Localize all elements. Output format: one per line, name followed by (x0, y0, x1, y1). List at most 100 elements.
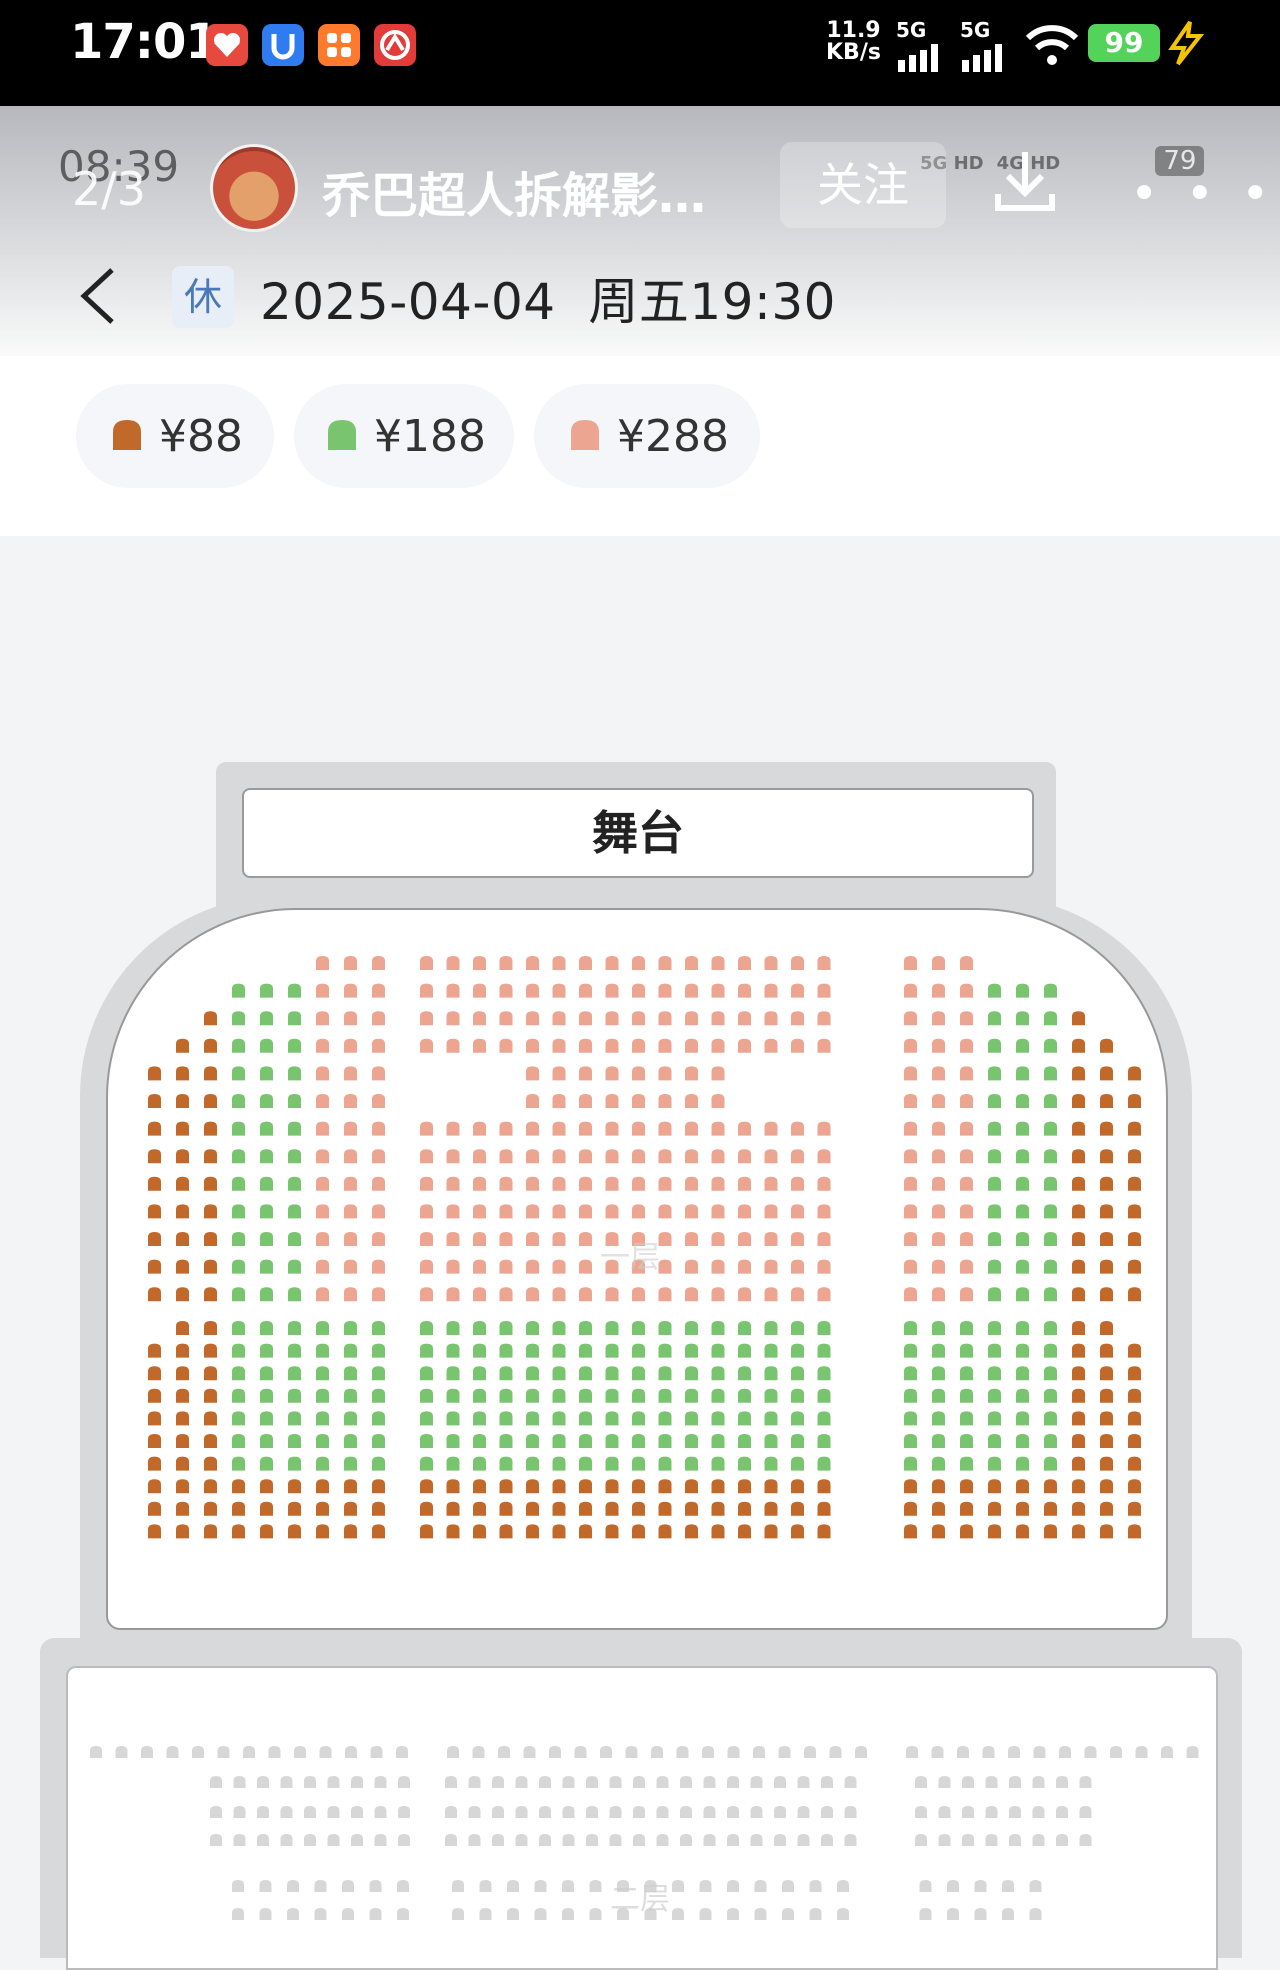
seat[interactable] (579, 1343, 592, 1358)
seat[interactable] (319, 1746, 332, 1758)
seat[interactable] (904, 1456, 917, 1471)
seat[interactable] (288, 1501, 301, 1516)
seat[interactable] (632, 1388, 645, 1403)
seat[interactable] (372, 1479, 385, 1494)
seat[interactable] (1072, 1259, 1085, 1274)
seat[interactable] (1044, 1204, 1057, 1219)
seat[interactable] (176, 1287, 189, 1302)
seat[interactable] (260, 1366, 273, 1381)
seat[interactable] (316, 1343, 329, 1358)
seat[interactable] (960, 983, 973, 998)
seat[interactable] (446, 1259, 460, 1274)
seat[interactable] (499, 1321, 513, 1335)
seat[interactable] (204, 1366, 217, 1381)
seat[interactable] (304, 1834, 316, 1846)
seat[interactable] (1072, 1456, 1085, 1471)
seat[interactable] (344, 1456, 357, 1471)
seat[interactable] (260, 1343, 273, 1358)
seat[interactable] (148, 1259, 161, 1274)
seat[interactable] (685, 1524, 698, 1539)
seat[interactable] (473, 1038, 486, 1053)
seat[interactable] (1072, 1287, 1085, 1302)
seat[interactable] (398, 1806, 410, 1818)
seat[interactable] (932, 1388, 945, 1403)
seat[interactable] (1044, 1011, 1057, 1026)
seat[interactable] (280, 1806, 293, 1818)
seat[interactable] (1072, 1524, 1085, 1539)
seat[interactable] (685, 1411, 698, 1426)
seat[interactable] (233, 1834, 246, 1846)
seat[interactable] (314, 1880, 327, 1892)
seat[interactable] (579, 1287, 592, 1302)
seat[interactable] (855, 1746, 867, 1758)
seat[interactable] (260, 1149, 273, 1164)
seat[interactable] (499, 956, 513, 970)
seat[interactable] (738, 1411, 751, 1426)
seat[interactable] (369, 1880, 382, 1892)
show-date[interactable]: 2025-04-04 周五19:30 (260, 262, 836, 334)
seat[interactable] (960, 1038, 973, 1053)
seat[interactable] (579, 1038, 592, 1053)
seat[interactable] (539, 1806, 551, 1818)
seat[interactable] (316, 1366, 329, 1381)
seat[interactable] (420, 1287, 433, 1302)
seat[interactable] (579, 983, 592, 998)
seat[interactable] (932, 1411, 945, 1426)
seat[interactable] (658, 1366, 672, 1381)
seat[interactable] (932, 1524, 945, 1539)
seat[interactable] (176, 1321, 189, 1335)
seat[interactable] (1044, 1066, 1057, 1081)
seat[interactable] (960, 1501, 973, 1516)
seat[interactable] (633, 1776, 645, 1788)
seat[interactable] (685, 956, 698, 970)
seat[interactable] (316, 1011, 329, 1026)
seat[interactable] (676, 1746, 689, 1758)
seat[interactable] (473, 1204, 486, 1219)
seat[interactable] (931, 1746, 944, 1758)
seat[interactable] (817, 1176, 831, 1191)
seat[interactable] (579, 1204, 592, 1219)
seat[interactable] (960, 1011, 973, 1026)
seat[interactable] (947, 1908, 959, 1920)
seat[interactable] (817, 1287, 831, 1302)
seat[interactable] (932, 983, 945, 998)
seat[interactable] (605, 1011, 619, 1026)
seat[interactable] (210, 1834, 222, 1846)
seat[interactable] (473, 1524, 486, 1539)
seat[interactable] (904, 1259, 917, 1274)
seat[interactable] (204, 1259, 217, 1274)
seat[interactable] (473, 1176, 486, 1191)
seat[interactable] (526, 956, 539, 970)
seat[interactable] (932, 1456, 945, 1471)
seat[interactable] (932, 1434, 945, 1448)
seat[interactable] (314, 1908, 327, 1920)
seat[interactable] (685, 1366, 698, 1381)
seat[interactable] (523, 1746, 536, 1758)
seat[interactable] (633, 1834, 645, 1846)
seat[interactable] (1128, 1287, 1141, 1302)
seat[interactable] (974, 1908, 987, 1920)
seat[interactable] (1044, 983, 1057, 998)
seat[interactable] (791, 1038, 804, 1053)
seat[interactable] (658, 1501, 672, 1516)
seat[interactable] (372, 1524, 385, 1539)
seat[interactable] (294, 1746, 306, 1758)
seat[interactable] (316, 956, 329, 970)
seat[interactable] (738, 1434, 751, 1448)
seat[interactable] (817, 1232, 831, 1246)
seat[interactable] (526, 983, 539, 998)
seat[interactable] (600, 1746, 612, 1758)
seat[interactable] (605, 1066, 619, 1081)
seat[interactable] (656, 1834, 669, 1846)
seat[interactable] (204, 1287, 217, 1302)
seat[interactable] (316, 1232, 329, 1246)
seat[interactable] (579, 1524, 592, 1539)
seat[interactable] (711, 1038, 725, 1053)
price-chip-188[interactable]: ¥188 (294, 384, 514, 488)
seat[interactable] (738, 1366, 751, 1381)
seat[interactable] (938, 1834, 951, 1846)
seat[interactable] (685, 1121, 698, 1136)
seat[interactable] (804, 1746, 816, 1758)
seat[interactable] (1009, 1806, 1021, 1818)
seat[interactable] (204, 1121, 217, 1136)
